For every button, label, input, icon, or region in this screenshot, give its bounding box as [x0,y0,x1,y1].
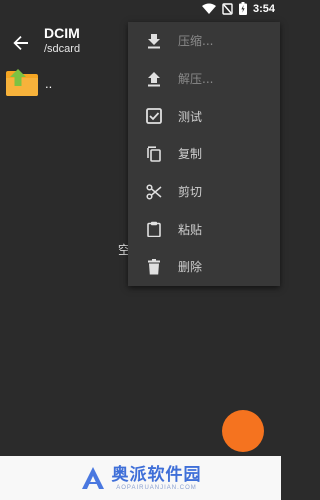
scissors-icon [145,183,163,201]
parent-label: .. [45,75,53,91]
checkbox-icon [145,107,163,125]
status-icons: 3:54 [201,2,275,15]
clipboard-icon [145,220,163,238]
menu-item-copy[interactable]: 复制 [128,135,280,173]
menu-item-label: 删除 [178,260,203,275]
upload-icon [145,70,163,88]
menu-item-extract[interactable]: 解压... [128,60,280,98]
battery-charging-icon [238,2,247,15]
menu-item-delete[interactable]: 删除 [128,248,280,286]
menu-item-paste[interactable]: 粘贴 [128,210,280,248]
floating-action-button[interactable] [222,410,264,452]
menu-item-cut[interactable]: 剪切 [128,173,280,211]
watermark-logo-icon [80,465,106,491]
menu-item-label: 复制 [178,147,203,162]
folder-path: /sdcard [44,43,81,55]
menu-item-test[interactable]: 测试 [128,97,280,135]
no-sim-icon [222,2,233,15]
menu-item-label: 解压... [178,72,214,87]
watermark-main: 奥派软件园 [111,465,202,485]
menu-item-label: 测试 [178,109,203,124]
menu-item-label: 剪切 [178,185,203,200]
status-time: 3:54 [252,2,275,15]
folder-up-icon [5,69,39,97]
delete-icon [145,258,163,276]
folder-title: DCIM [44,25,80,41]
back-button[interactable] [8,30,34,56]
download-icon [145,32,163,50]
menu-item-label: 粘贴 [178,222,203,237]
arrow-back-icon [13,36,28,50]
menu-item-compress[interactable]: 压缩... [128,22,280,60]
wifi-icon [201,3,216,14]
watermark-text: 奥派软件园 AOPAIRUANJIAN.COM [112,465,202,491]
watermark: 奥派软件园 AOPAIRUANJIAN.COM [0,456,281,500]
menu-item-label: 压缩... [178,34,214,49]
status-bar: 3:54 [0,0,281,20]
watermark-sub: AOPAIRUANJIAN.COM [116,485,197,491]
overflow-menu: 压缩... 解压... 测试 复制 剪切 粘贴 删除 [128,22,280,286]
copy-icon [145,145,163,163]
title-block: DCIM /sdcard [44,24,80,57]
